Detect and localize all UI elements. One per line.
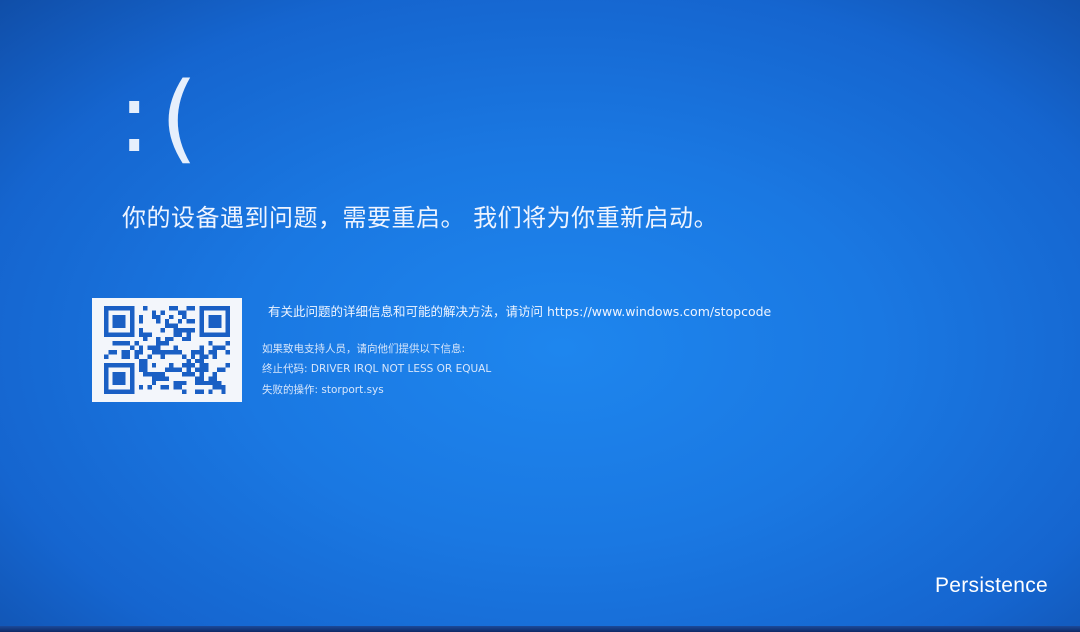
sad-face-emoticon: :( (118, 62, 208, 174)
qr-code-icon (92, 298, 242, 402)
monitor-bezel-edge (0, 626, 1080, 632)
error-headline: 你的设备遇到问题，需要重启。 我们将为你重新启动。 (122, 204, 719, 232)
stop-code: 终止代码: DRIVER IRQL NOT LESS OR EQUAL (262, 363, 492, 375)
support-prompt: 如果致电支持人员，请向他们提供以下信息: (262, 343, 466, 355)
stopcode-info-text: 有关此问题的详细信息和可能的解决方法，请访问 https://www.windo… (268, 304, 772, 319)
failed-operation: 失败的操作: storport.sys (262, 384, 384, 396)
watermark-text: Persistence (934, 574, 1048, 597)
